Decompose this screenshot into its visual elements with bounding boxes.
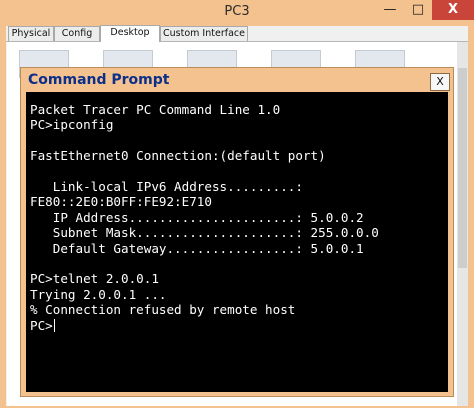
vertical-scrollbar[interactable] [457, 42, 468, 406]
command-prompt-window: Command Prompt X Packet Tracer PC Comman… [20, 67, 454, 397]
tab-desktop[interactable]: Desktop [100, 25, 160, 42]
tab-config[interactable]: Config [54, 26, 100, 41]
maximize-button[interactable]: □ [404, 0, 432, 20]
terminal-cursor [53, 318, 55, 332]
terminal-line: Link-local IPv6 Address.........: [30, 179, 303, 195]
command-prompt-titlebar[interactable]: Command Prompt X [24, 71, 450, 91]
terminal-line: IP Address......................: 5.0.0.… [30, 209, 364, 225]
tab-physical[interactable]: Physical [8, 26, 54, 41]
terminal-text: Packet Tracer PC Command Line 1.0 PC>ipc… [26, 92, 448, 333]
tab-bar: Physical Config Desktop Custom Interface [6, 25, 468, 42]
terminal-line: Subnet Mask.....................: 255.0.… [30, 225, 379, 241]
terminal-line: Default Gateway.................: 5.0.0.… [30, 240, 364, 256]
window-titlebar[interactable]: PC3 — □ X [0, 0, 474, 26]
terminal-line: Packet Tracer PC Command Line 1.0 [30, 102, 281, 117]
pc3-window: PC3 — □ X Physical Config Desktop Custom… [0, 0, 474, 408]
terminal-line: % Connection refused by remote host [30, 302, 296, 318]
terminal-line: PC>telnet 2.0.0.1 [30, 271, 159, 287]
close-button[interactable]: X [432, 0, 474, 20]
terminal-line: Trying 2.0.0.1 ... [30, 286, 167, 302]
minimize-button[interactable]: — [376, 0, 404, 20]
terminal-line: FE80::2E0:B0FF:FE92:E710 [30, 194, 212, 210]
scrollbar-thumb[interactable] [458, 68, 467, 268]
terminal-prompt: PC> [30, 317, 53, 333]
terminal-line: FastEthernet0 Connection:(default port) [30, 148, 326, 164]
tab-custom-interface[interactable]: Custom Interface [160, 26, 248, 41]
command-prompt-close-button[interactable]: X [430, 73, 450, 91]
command-prompt-title: Command Prompt [28, 72, 170, 88]
terminal-output[interactable]: Packet Tracer PC Command Line 1.0 PC>ipc… [26, 92, 448, 392]
terminal-line: PC>ipconfig [30, 117, 114, 133]
